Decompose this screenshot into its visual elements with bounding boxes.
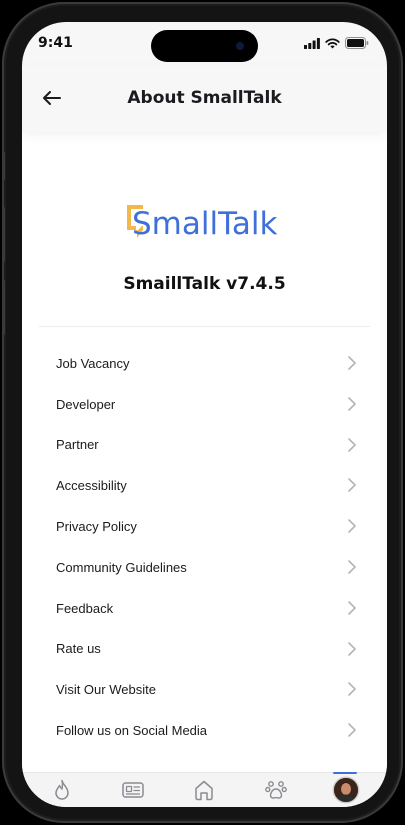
status-time: 9:41 xyxy=(38,35,73,51)
logo-wordmark: SmallTalk xyxy=(132,206,278,242)
menu-item-rate-us[interactable]: Rate us xyxy=(22,629,387,670)
menu-item-label: Rate us xyxy=(56,641,101,657)
tab-home[interactable] xyxy=(186,777,222,803)
menu-item-job-vacancy[interactable]: Job Vacancy xyxy=(22,343,387,384)
top-navigation-bar: About SmallTalk xyxy=(22,66,387,132)
app-version: SmaillTalk v7.4.5 xyxy=(123,274,286,294)
signal-icon xyxy=(304,37,320,49)
home-icon xyxy=(195,780,213,801)
menu-item-label: Community Guidelines xyxy=(56,559,187,575)
active-tab-indicator xyxy=(333,772,357,774)
battery-icon xyxy=(345,37,369,49)
mute-switch xyxy=(2,152,5,180)
wifi-icon xyxy=(325,38,340,48)
divider xyxy=(39,326,370,327)
flame-icon xyxy=(55,779,69,800)
smalltalk-logo: SmallTalk xyxy=(127,205,278,242)
menu-item-follow-social-media[interactable]: Follow us on Social Media xyxy=(22,710,387,751)
tab-pets[interactable] xyxy=(258,777,294,803)
menu-item-label: Partner xyxy=(56,437,99,453)
bottom-tab-bar xyxy=(22,772,387,807)
menu-item-community-guidelines[interactable]: Community Guidelines xyxy=(22,547,387,588)
chevron-right-icon xyxy=(348,519,356,533)
chevron-right-icon xyxy=(348,723,356,737)
chevron-right-icon xyxy=(348,682,356,697)
screen: 9:41 About SmallTalk SmallTalk SmaillTal… xyxy=(22,22,387,807)
tab-news[interactable] xyxy=(115,777,151,803)
about-content: SmallTalk SmaillTalk v7.4.5 Job Vacancy … xyxy=(22,132,387,772)
menu-item-privacy-policy[interactable]: Privacy Policy xyxy=(22,506,387,547)
tab-trending[interactable] xyxy=(44,777,80,803)
chevron-right-icon xyxy=(348,600,356,615)
menu-item-developer[interactable]: Developer xyxy=(22,384,387,425)
chevron-right-icon xyxy=(348,560,356,574)
status-icons xyxy=(304,37,369,49)
profile-avatar xyxy=(334,778,358,802)
chevron-right-icon xyxy=(348,437,356,452)
status-bar: 9:41 xyxy=(22,22,387,66)
news-icon xyxy=(122,782,144,798)
camera-icon xyxy=(236,42,244,50)
menu-item-label: Job Vacancy xyxy=(56,355,130,371)
menu-item-label: Developer xyxy=(56,396,116,412)
chevron-right-icon xyxy=(348,396,356,411)
menu-item-label: Follow us on Social Media xyxy=(56,723,208,739)
chevron-right-icon xyxy=(348,356,356,370)
menu-item-label: Visit Our Website xyxy=(56,682,156,698)
menu-item-label: Accessibility xyxy=(56,478,127,494)
chevron-right-icon xyxy=(348,641,356,656)
volume-up-button xyxy=(2,207,5,262)
paw-icon xyxy=(265,781,287,799)
about-menu: Job Vacancy Developer Partner Accessibil… xyxy=(22,343,387,751)
phone-frame: 9:41 About SmallTalk SmallTalk SmaillTal… xyxy=(2,2,403,823)
tab-profile[interactable] xyxy=(328,777,364,803)
menu-item-feedback[interactable]: Feedback xyxy=(22,588,387,629)
menu-item-accessibility[interactable]: Accessibility xyxy=(22,465,387,506)
volume-down-button xyxy=(2,280,5,335)
chevron-right-icon xyxy=(348,478,356,493)
page-title: About SmallTalk xyxy=(127,88,282,108)
menu-item-partner[interactable]: Partner xyxy=(22,425,387,466)
menu-item-label: Feedback xyxy=(56,600,114,616)
dynamic-island xyxy=(151,30,258,62)
menu-item-label: Privacy Policy xyxy=(56,519,137,535)
menu-item-visit-website[interactable]: Visit Our Website xyxy=(22,669,387,710)
